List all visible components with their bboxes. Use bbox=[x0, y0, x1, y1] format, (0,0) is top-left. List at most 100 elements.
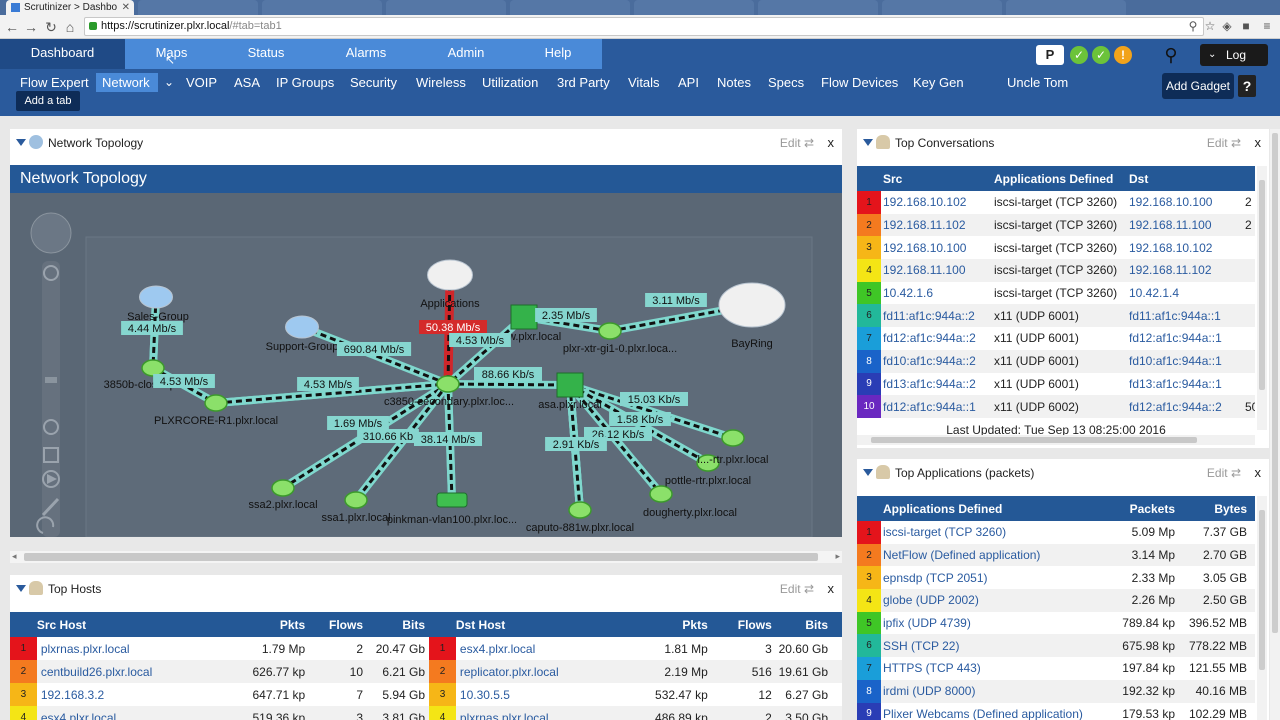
conversation-src-link[interactable]: 192.168.10.102 bbox=[883, 195, 966, 209]
column-header[interactable]: Pkts bbox=[625, 612, 707, 637]
extension-icon[interactable]: ■ bbox=[1239, 19, 1253, 33]
browser-tab-background[interactable] bbox=[262, 0, 382, 15]
application-name-link[interactable]: globe (UDP 2002) bbox=[883, 593, 979, 607]
src-host-link[interactable]: centbuild26.plxr.local bbox=[41, 665, 152, 679]
tab-ip-groups[interactable]: IP Groups bbox=[270, 73, 340, 92]
conversations-vertical-scrollbar[interactable] bbox=[1257, 166, 1267, 430]
collapse-triangle-icon[interactable] bbox=[863, 469, 873, 476]
conversation-src[interactable]: 192.168.11.102 bbox=[881, 214, 992, 237]
column-header[interactable]: Pkts bbox=[219, 612, 305, 637]
dst-host[interactable]: plxrnas.plxr.local bbox=[456, 706, 625, 720]
conversation-dst[interactable]: fd12:af1c:944a::1 bbox=[1129, 327, 1245, 350]
conversation-dst[interactable]: 192.168.11.102 bbox=[1129, 259, 1245, 282]
tab-specs[interactable]: Specs bbox=[762, 73, 810, 92]
src-host[interactable]: esx4.plxr.local bbox=[37, 706, 219, 720]
topology-horizontal-scrollbar[interactable]: ◂ ▸ bbox=[10, 551, 842, 563]
page-vertical-scrollbar[interactable] bbox=[1270, 129, 1280, 720]
tab-notes[interactable]: Notes bbox=[711, 73, 757, 92]
back-icon[interactable]: ← bbox=[3, 18, 21, 36]
dst-host-link[interactable]: replicator.plxr.local bbox=[460, 665, 559, 679]
tab-uncle-tom[interactable]: Uncle Tom bbox=[1001, 73, 1074, 92]
conversation-dst-link[interactable]: 10.42.1.4 bbox=[1129, 286, 1179, 300]
zoom-icon[interactable]: ⚲ bbox=[1186, 19, 1200, 33]
help-button[interactable]: ? bbox=[1238, 75, 1256, 97]
pocket-icon[interactable]: ◈ bbox=[1220, 19, 1234, 33]
application-name-link[interactable]: HTTPS (TCP 443) bbox=[883, 661, 981, 675]
column-header[interactable]: Flows bbox=[305, 612, 363, 637]
column-header[interactable]: Dst Host bbox=[456, 612, 625, 637]
table-row[interactable]: 4 esx4.plxr.local 519.36 kp 3 3.81 Gb 4 plxrna… bbox=[10, 706, 842, 720]
conversation-src[interactable]: fd13:af1c:944a::2 bbox=[881, 373, 992, 396]
search-icon[interactable]: ⚲ bbox=[1160, 44, 1182, 66]
conversation-src-link[interactable]: 192.168.11.100 bbox=[883, 263, 966, 277]
nav-alarms[interactable]: Alarms bbox=[314, 39, 418, 69]
conversation-src-link[interactable]: fd13:af1c:944a::2 bbox=[883, 377, 976, 391]
nav-help[interactable]: Help bbox=[514, 39, 602, 69]
pan-control-icon[interactable] bbox=[30, 212, 72, 254]
logout-button[interactable]: ⌄ Log Out bbox=[1200, 44, 1268, 84]
src-host-link[interactable]: plxrnas.plxr.local bbox=[41, 642, 130, 656]
conversation-src[interactable]: 192.168.10.100 bbox=[881, 236, 992, 259]
column-header[interactable]: Dst bbox=[1129, 166, 1245, 191]
add-gadget-button[interactable]: Add Gadget bbox=[1162, 73, 1234, 99]
table-row[interactable]: 3 192.168.10.100 iscsi-target (TCP 3260) 19… bbox=[857, 236, 1255, 260]
application-name[interactable]: SSH (TCP 22) bbox=[881, 634, 1093, 657]
application-name-link[interactable]: NetFlow (Defined application) bbox=[883, 548, 1040, 562]
application-name-link[interactable]: SSH (TCP 22) bbox=[883, 639, 959, 653]
conversation-dst-link[interactable]: 192.168.11.100 bbox=[1129, 218, 1212, 232]
column-header[interactable]: Packets bbox=[1093, 496, 1175, 521]
edit-link[interactable]: Edit ⇄ bbox=[1207, 129, 1241, 157]
conversation-src[interactable]: 192.168.11.100 bbox=[881, 259, 992, 282]
address-bar[interactable]: https://scrutinizer.plxr.local/#tab=tab1 bbox=[84, 17, 1204, 36]
conversation-dst-link[interactable]: fd10:af1c:944a::1 bbox=[1129, 354, 1222, 368]
conversation-src[interactable]: fd12:af1c:944a::1 bbox=[881, 395, 992, 418]
edit-link[interactable]: Edit ⇄ bbox=[780, 575, 814, 603]
nav-dashboard[interactable]: Dashboard bbox=[0, 39, 125, 69]
tab-key-gen[interactable]: Key Gen bbox=[907, 73, 970, 92]
table-row[interactable]: 10 fd12:af1c:944a::1 x11 (UDP 6002) fd12:af… bbox=[857, 395, 1255, 418]
table-row[interactable]: 7 HTTPS (TCP 443) 197.84 kp 121.55 MB bbox=[857, 657, 1255, 680]
browser-tab-background[interactable] bbox=[882, 0, 1002, 15]
table-row[interactable]: 1 plxrnas.plxr.local 1.79 Mp 2 20.47 Gb 1 esx4… bbox=[10, 637, 842, 660]
tab-flow-expert[interactable]: Flow Expert bbox=[14, 73, 95, 92]
tab-3rd-party[interactable]: 3rd Party bbox=[551, 73, 616, 92]
close-tab-icon[interactable]: ✕ bbox=[122, 0, 130, 15]
zoom-slider[interactable] bbox=[42, 261, 60, 537]
dst-host[interactable]: 10.30.5.5 bbox=[456, 683, 625, 706]
table-row[interactable]: 7 fd12:af1c:944a::2 x11 (UDP 6001) fd12:af1… bbox=[857, 327, 1255, 350]
table-row[interactable]: 1 iscsi-target (TCP 3260) 5.09 Mp 7.37 GB bbox=[857, 521, 1255, 544]
dst-host-link[interactable]: plxrnas.plxr.local bbox=[460, 711, 549, 720]
conversation-src[interactable]: 10.42.1.6 bbox=[881, 282, 992, 305]
table-row[interactable]: 1 192.168.10.102 iscsi-target (TCP 3260) 19… bbox=[857, 191, 1255, 214]
browser-tab-background[interactable] bbox=[634, 0, 754, 15]
conversation-src[interactable]: fd11:af1c:944a::2 bbox=[881, 304, 992, 327]
collapse-triangle-icon[interactable] bbox=[863, 139, 873, 146]
application-name[interactable]: globe (UDP 2002) bbox=[881, 589, 1093, 612]
bookmark-star-icon[interactable]: ☆ bbox=[1203, 19, 1217, 33]
src-host[interactable]: plxrnas.plxr.local bbox=[37, 637, 219, 660]
conversation-dst[interactable]: fd12:af1c:944a::2 bbox=[1129, 395, 1245, 418]
conversation-dst[interactable]: fd11:af1c:944a::1 bbox=[1129, 304, 1245, 327]
conversation-dst-link[interactable]: 192.168.10.100 bbox=[1129, 195, 1212, 209]
conversation-src-link[interactable]: fd11:af1c:944a::2 bbox=[883, 309, 975, 323]
conversation-dst[interactable]: 192.168.10.100 bbox=[1129, 191, 1245, 214]
tab-utilization[interactable]: Utilization bbox=[476, 73, 544, 92]
plixer-badge-icon[interactable]: P bbox=[1036, 45, 1064, 65]
scrollbar-thumb[interactable] bbox=[1259, 180, 1265, 390]
table-row[interactable]: 2 centbuild26.plxr.local 626.77 kp 10 6.21 G… bbox=[10, 660, 842, 683]
nav-admin[interactable]: Admin bbox=[418, 39, 514, 69]
application-name[interactable]: HTTPS (TCP 443) bbox=[881, 657, 1093, 680]
collapse-triangle-icon[interactable] bbox=[16, 139, 26, 146]
conversation-src-link[interactable]: fd12:af1c:944a::1 bbox=[883, 400, 976, 414]
application-name[interactable]: iscsi-target (TCP 3260) bbox=[881, 521, 1093, 544]
conversation-src[interactable]: fd10:af1c:944a::2 bbox=[881, 350, 992, 373]
table-row[interactable]: 6 fd11:af1c:944a::2 x11 (UDP 6001) fd11:af1… bbox=[857, 304, 1255, 328]
reload-icon[interactable]: ↻ bbox=[42, 18, 60, 36]
src-host[interactable]: 192.168.3.2 bbox=[37, 683, 219, 706]
conversation-src[interactable]: 192.168.10.102 bbox=[881, 191, 992, 214]
column-header[interactable]: Bytes bbox=[1175, 496, 1255, 521]
column-header[interactable]: Src Host bbox=[37, 612, 219, 637]
status-ok-icon[interactable]: ✓ bbox=[1070, 46, 1088, 64]
applications-vertical-scrollbar[interactable] bbox=[1257, 496, 1267, 720]
table-row[interactable]: 6 SSH (TCP 22) 675.98 kp 778.22 MB bbox=[857, 634, 1255, 658]
